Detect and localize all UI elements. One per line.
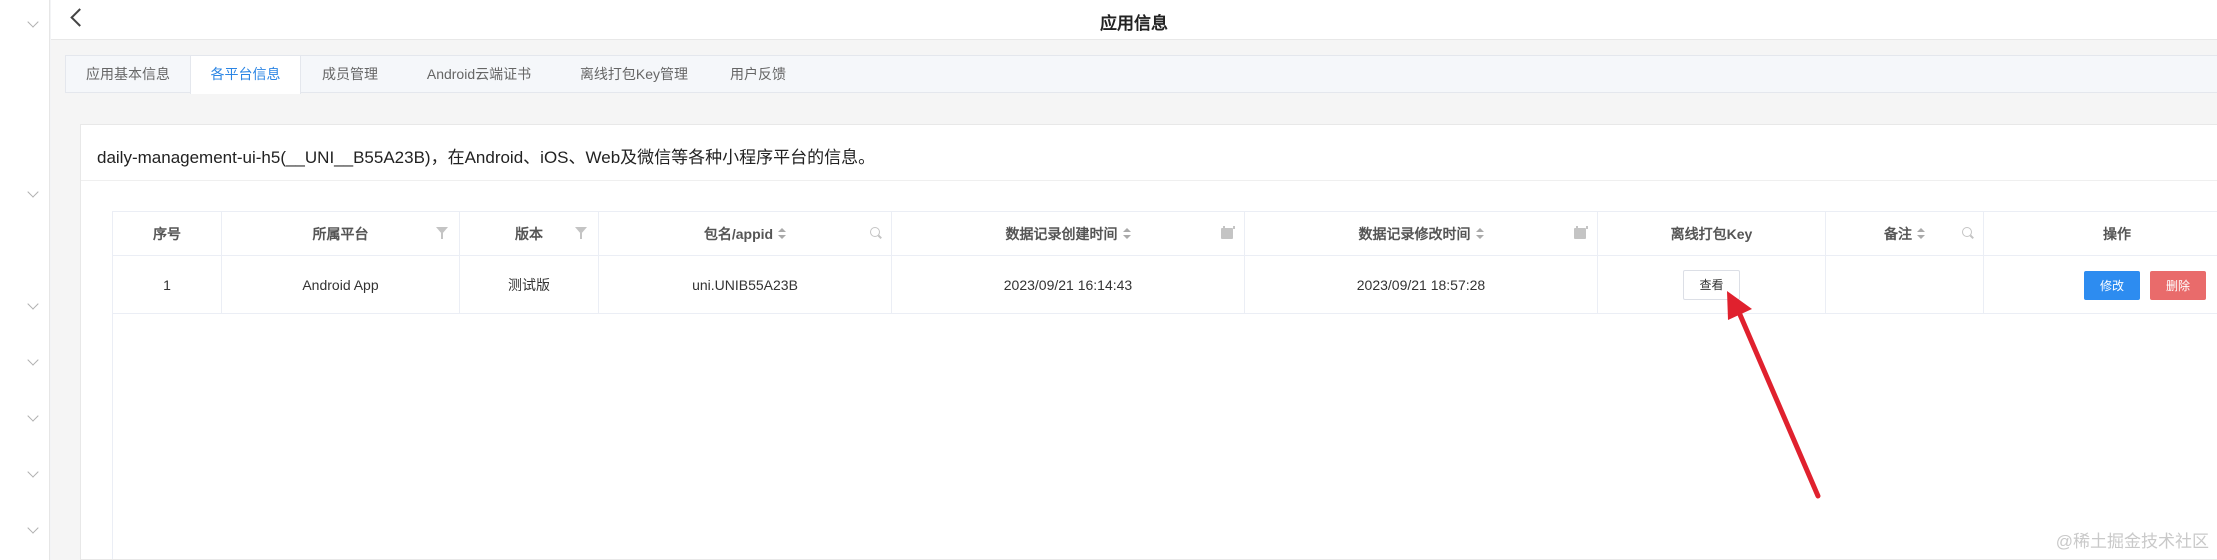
cell-offline-key: 查看: [1598, 256, 1826, 313]
header-platform: 所属平台: [222, 212, 460, 255]
cell-index: 1: [113, 256, 222, 313]
header-modified: 数据记录修改时间: [1245, 212, 1598, 255]
search-icon[interactable]: [869, 226, 883, 240]
cell-appid: uni.UNIB55A23B: [599, 256, 892, 313]
chevron-down-icon[interactable]: [26, 411, 40, 425]
sort-icon[interactable]: [778, 227, 787, 240]
tab-user-feedback[interactable]: 用户反馈: [709, 56, 807, 93]
sort-icon[interactable]: [1917, 227, 1925, 240]
filter-icon[interactable]: [574, 226, 588, 240]
calendar-icon[interactable]: [1573, 226, 1588, 240]
tab-members[interactable]: 成员管理: [301, 56, 399, 93]
calendar-icon[interactable]: [1220, 226, 1235, 240]
header-created: 数据记录创建时间: [892, 212, 1245, 255]
sidebar: [0, 0, 50, 560]
page-title: 应用信息: [1100, 14, 1168, 33]
header-note: 备注: [1826, 212, 1984, 255]
tab-platform-info[interactable]: 各平台信息: [190, 56, 301, 94]
platform-info-card: daily-management-ui-h5(__UNI__B55A23B)，在…: [80, 124, 2217, 560]
cell-created: 2023/09/21 16:14:43: [892, 256, 1245, 313]
platform-table: 序号 所属平台 版本 包名/appid 数据记录创建时间 数据记录修改时间 离线…: [112, 211, 2217, 559]
header-offline-key: 离线打包Key: [1598, 212, 1826, 255]
cell-note: [1826, 256, 1984, 313]
search-icon[interactable]: [1961, 226, 1975, 240]
chevron-down-icon[interactable]: [26, 17, 40, 31]
cell-version: 测试版: [460, 256, 599, 313]
chevron-down-icon[interactable]: [26, 299, 40, 313]
header-appid: 包名/appid: [599, 212, 892, 255]
chevron-down-icon[interactable]: [26, 355, 40, 369]
app-description: daily-management-ui-h5(__UNI__B55A23B)，在…: [97, 148, 876, 167]
header-actions: 操作: [2103, 225, 2131, 242]
chevron-down-icon[interactable]: [26, 467, 40, 481]
cell-platform: Android App: [222, 256, 460, 313]
watermark: @稀土掘金技术社区: [2055, 532, 2209, 551]
chevron-down-icon[interactable]: [26, 523, 40, 537]
page: 应用信息 应用基本信息 各平台信息 成员管理 Android云端证书 离线打包K…: [0, 0, 2217, 560]
header-index: 序号: [113, 212, 222, 255]
header-version: 版本: [460, 212, 599, 255]
tab-android-certificate[interactable]: Android云端证书: [399, 56, 559, 93]
filter-icon[interactable]: [435, 226, 449, 240]
sort-icon[interactable]: [1122, 227, 1131, 240]
tab-offline-key[interactable]: 离线打包Key管理: [559, 56, 709, 93]
chevron-down-icon[interactable]: [26, 187, 40, 201]
cell-actions: 修改 删除: [1984, 256, 2217, 313]
main-content: 应用信息 应用基本信息 各平台信息 成员管理 Android云端证书 离线打包K…: [51, 0, 2217, 560]
delete-button[interactable]: 删除: [2150, 271, 2206, 300]
sort-icon[interactable]: [1475, 227, 1484, 240]
tab-basic-info[interactable]: 应用基本信息: [66, 56, 190, 93]
view-key-button[interactable]: 查看: [1683, 269, 1740, 300]
divider: [81, 180, 2217, 181]
cell-modified: 2023/09/21 18:57:28: [1245, 256, 1598, 313]
table-row: 1 Android App 测试版 uni.UNIB55A23B 2023/09…: [113, 256, 2217, 314]
table-header: 序号 所属平台 版本 包名/appid 数据记录创建时间 数据记录修改时间 离线…: [113, 212, 2217, 256]
top-bar: 应用信息: [51, 0, 2217, 40]
edit-button[interactable]: 修改: [2084, 271, 2140, 300]
tab-bar: 应用基本信息 各平台信息 成员管理 Android云端证书 离线打包Key管理 …: [65, 55, 2217, 94]
